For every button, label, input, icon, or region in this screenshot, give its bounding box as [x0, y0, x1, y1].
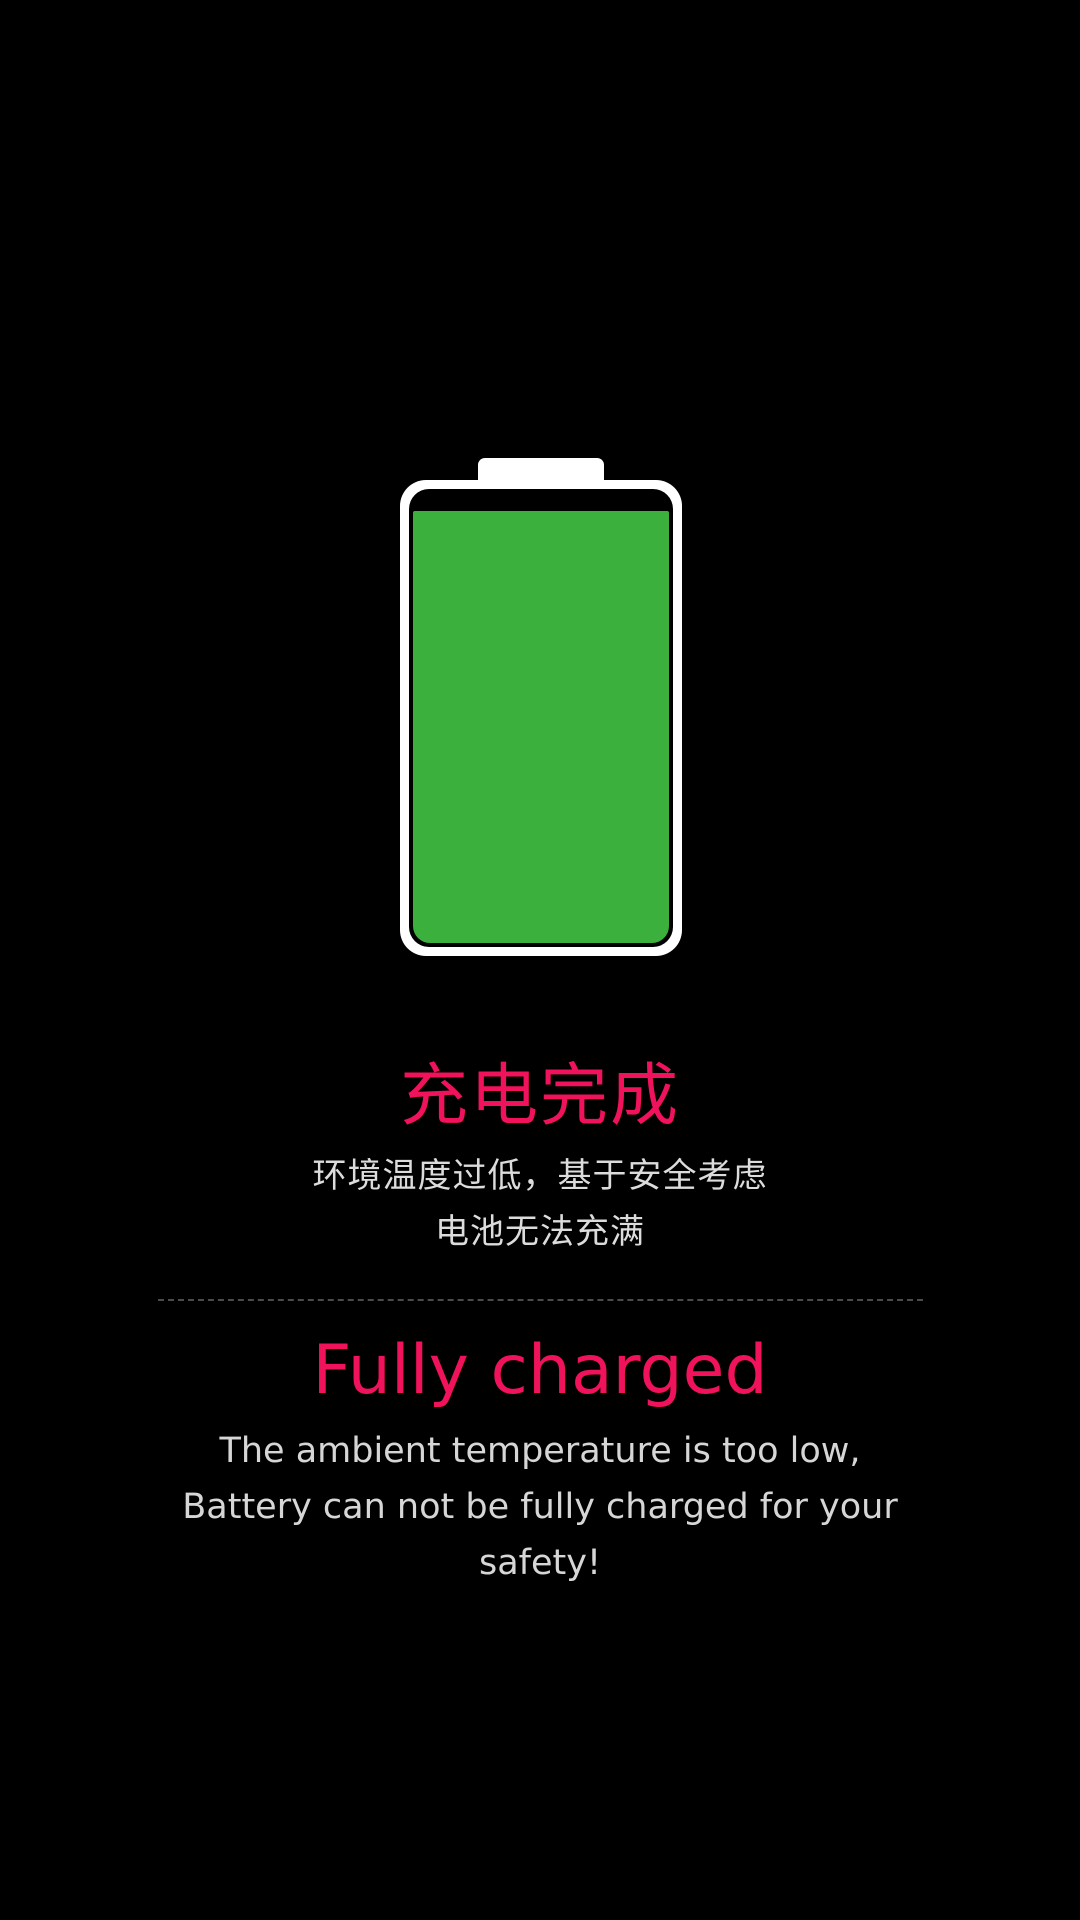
charge-status-title-cn: 充电完成 [399, 1057, 680, 1136]
charge-status-message-cn: 环境温度过低，基于安全考虑 电池无法充满 [0, 1148, 1080, 1260]
section-divider [158, 1299, 923, 1301]
battery-level-fill [413, 511, 669, 943]
message-cn-line2: 电池无法充满 [435, 1212, 645, 1252]
battery-inner [409, 489, 673, 947]
charge-status-title-en: Fully charged [312, 1331, 768, 1410]
charge-status-message-en: The ambient temperature is too low, Batt… [182, 1431, 898, 1583]
message-cn-line1: 环境温度过低，基于安全考虑 [312, 1156, 768, 1196]
battery-icon [400, 458, 682, 956]
battery-body [400, 480, 682, 956]
